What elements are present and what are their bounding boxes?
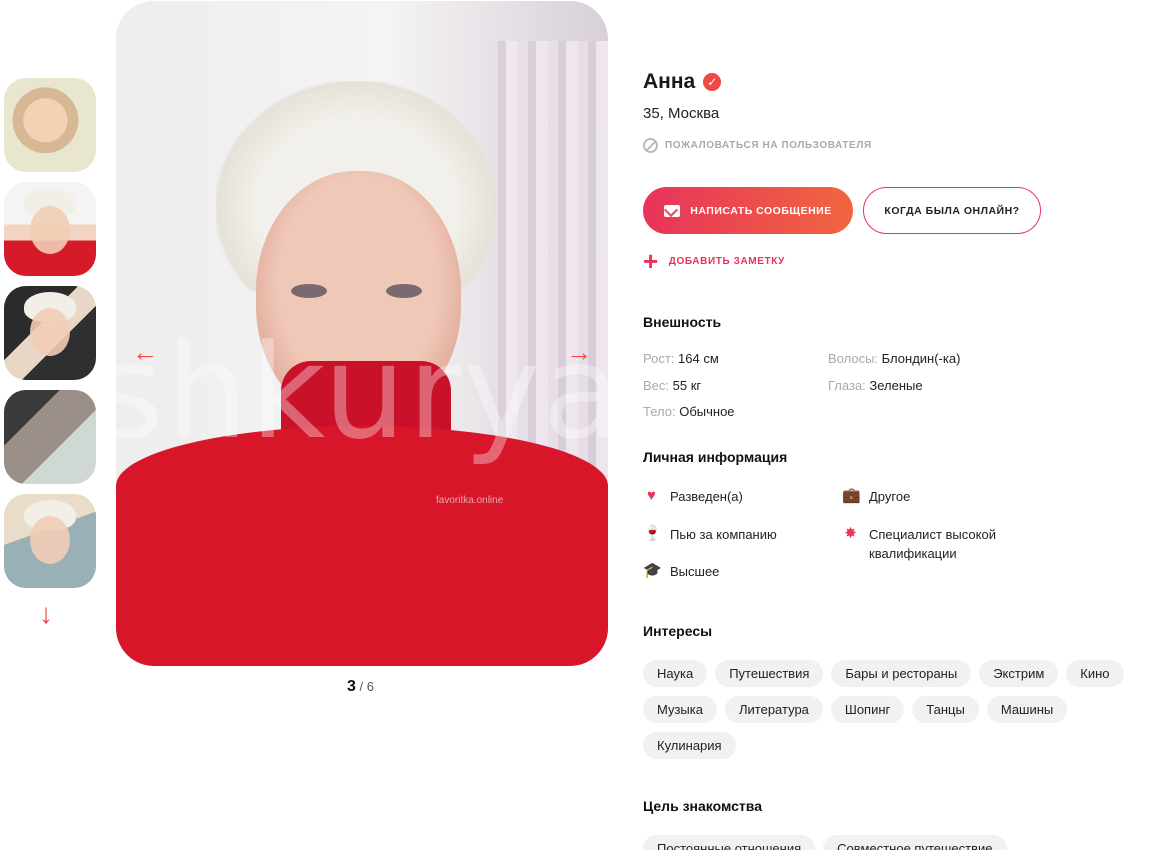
thumbnail-5[interactable] <box>4 494 96 588</box>
report-user-label: ПОЖАЛОВАТЬСЯ НА ПОЛЬЗОВАТЕЛЯ <box>665 140 872 151</box>
attr-body: Тело: Обычное <box>643 404 735 419</box>
personal-education: 🎓 Высшее <box>643 562 720 579</box>
interest-tag[interactable]: Шопинг <box>830 696 905 723</box>
add-note-label: ДОБАВИТЬ ЗАМЕТКУ <box>668 255 785 267</box>
interest-tag[interactable]: Машины <box>986 696 1068 723</box>
report-user-link[interactable]: ПОЖАЛОВАТЬСЯ НА ПОЛЬЗОВАТЕЛЯ <box>643 138 872 153</box>
interest-tag[interactable]: Бары и рестораны <box>831 660 972 687</box>
attr-hair: Волосы: Блондин(-ка) <box>828 351 961 366</box>
attr-height: Рост: 164 см <box>643 351 719 366</box>
graduation-cap-icon: 🎓 <box>643 562 662 579</box>
photo-counter: 3 / 6 <box>347 678 374 696</box>
goal-tag[interactable]: Постоянные отношения <box>643 835 816 850</box>
arrow-left-icon[interactable]: ← <box>132 339 158 365</box>
profile-name-row: Анна ✓ <box>643 70 722 94</box>
photo-counter-total: 6 <box>366 679 375 694</box>
profile-age-city: 35, Москва <box>643 105 720 122</box>
personal-work: 💼 Другое <box>842 487 911 504</box>
thumbnail-1[interactable] <box>4 78 96 172</box>
interest-tag[interactable]: Литература <box>724 696 823 723</box>
wine-glass-icon: 🍷 <box>643 525 662 542</box>
goal-tag[interactable]: Совместное путешествие <box>823 835 1007 850</box>
profile-name: Анна <box>643 70 696 93</box>
appearance-title: Внешность <box>643 314 722 330</box>
personal-profession: ✸ Специалист высокой квалификации <box>842 525 996 563</box>
main-photo: shkuryau favoritka.online ← → <box>116 1 608 666</box>
personal-info-title: Личная информация <box>643 449 788 465</box>
interest-tag[interactable]: Танцы <box>912 696 979 723</box>
thumbnail-3[interactable] <box>4 286 96 380</box>
interest-tag[interactable]: Путешествия <box>715 660 824 687</box>
interest-tag[interactable]: Наука <box>643 660 708 687</box>
star-icon: ✸ <box>844 525 857 542</box>
thumbnail-strip <box>4 78 96 598</box>
briefcase-icon: 💼 <box>842 487 861 504</box>
interest-tag[interactable]: Кулинария <box>643 732 736 759</box>
photo-counter-separator: / <box>359 679 364 694</box>
photo-counter-current: 3 <box>347 678 356 695</box>
plus-icon: + <box>643 246 659 276</box>
add-note-link[interactable]: + ДОБАВИТЬ ЗАМЕТКУ <box>643 246 785 276</box>
interests-title: Интересы <box>643 623 713 639</box>
attr-eyes: Глаза: Зеленые <box>828 378 923 393</box>
goal-title: Цель знакомства <box>643 798 762 814</box>
attr-weight: Вес: 55 кг <box>643 378 702 393</box>
envelope-icon <box>664 204 681 217</box>
goal-tags: Постоянные отношения Совместное путешест… <box>643 835 1007 850</box>
arrow-right-icon[interactable]: → <box>566 339 592 365</box>
block-icon <box>643 138 658 153</box>
personal-drinking: 🍷 Пью за компанию <box>643 525 777 542</box>
photo-watermark: shkuryau <box>116 316 608 468</box>
arrow-down-icon[interactable]: ↓ <box>39 600 53 628</box>
thumbnail-4[interactable] <box>4 390 96 484</box>
write-message-button[interactable]: НАПИСАТЬ СООБЩЕНИЕ <box>643 187 853 234</box>
interest-tag[interactable]: Музыка <box>643 696 717 723</box>
interest-tag[interactable]: Экстрим <box>979 660 1059 687</box>
photo-watermark-small: favoritka.online <box>436 495 504 506</box>
personal-marital: ♥ Разведен(а) <box>643 487 743 506</box>
verified-icon: ✓ <box>703 73 722 91</box>
interests-tags: Наука Путешествия Бары и рестораны Экстр… <box>643 660 1153 759</box>
thumbnail-2[interactable] <box>4 182 96 276</box>
heart-icon: ♥ <box>647 487 656 504</box>
interest-tag[interactable]: Кино <box>1066 660 1124 687</box>
write-message-label: НАПИСАТЬ СООБЩЕНИЕ <box>690 204 832 217</box>
last-online-button[interactable]: КОГДА БЫЛА ОНЛАЙН? <box>863 187 1041 234</box>
